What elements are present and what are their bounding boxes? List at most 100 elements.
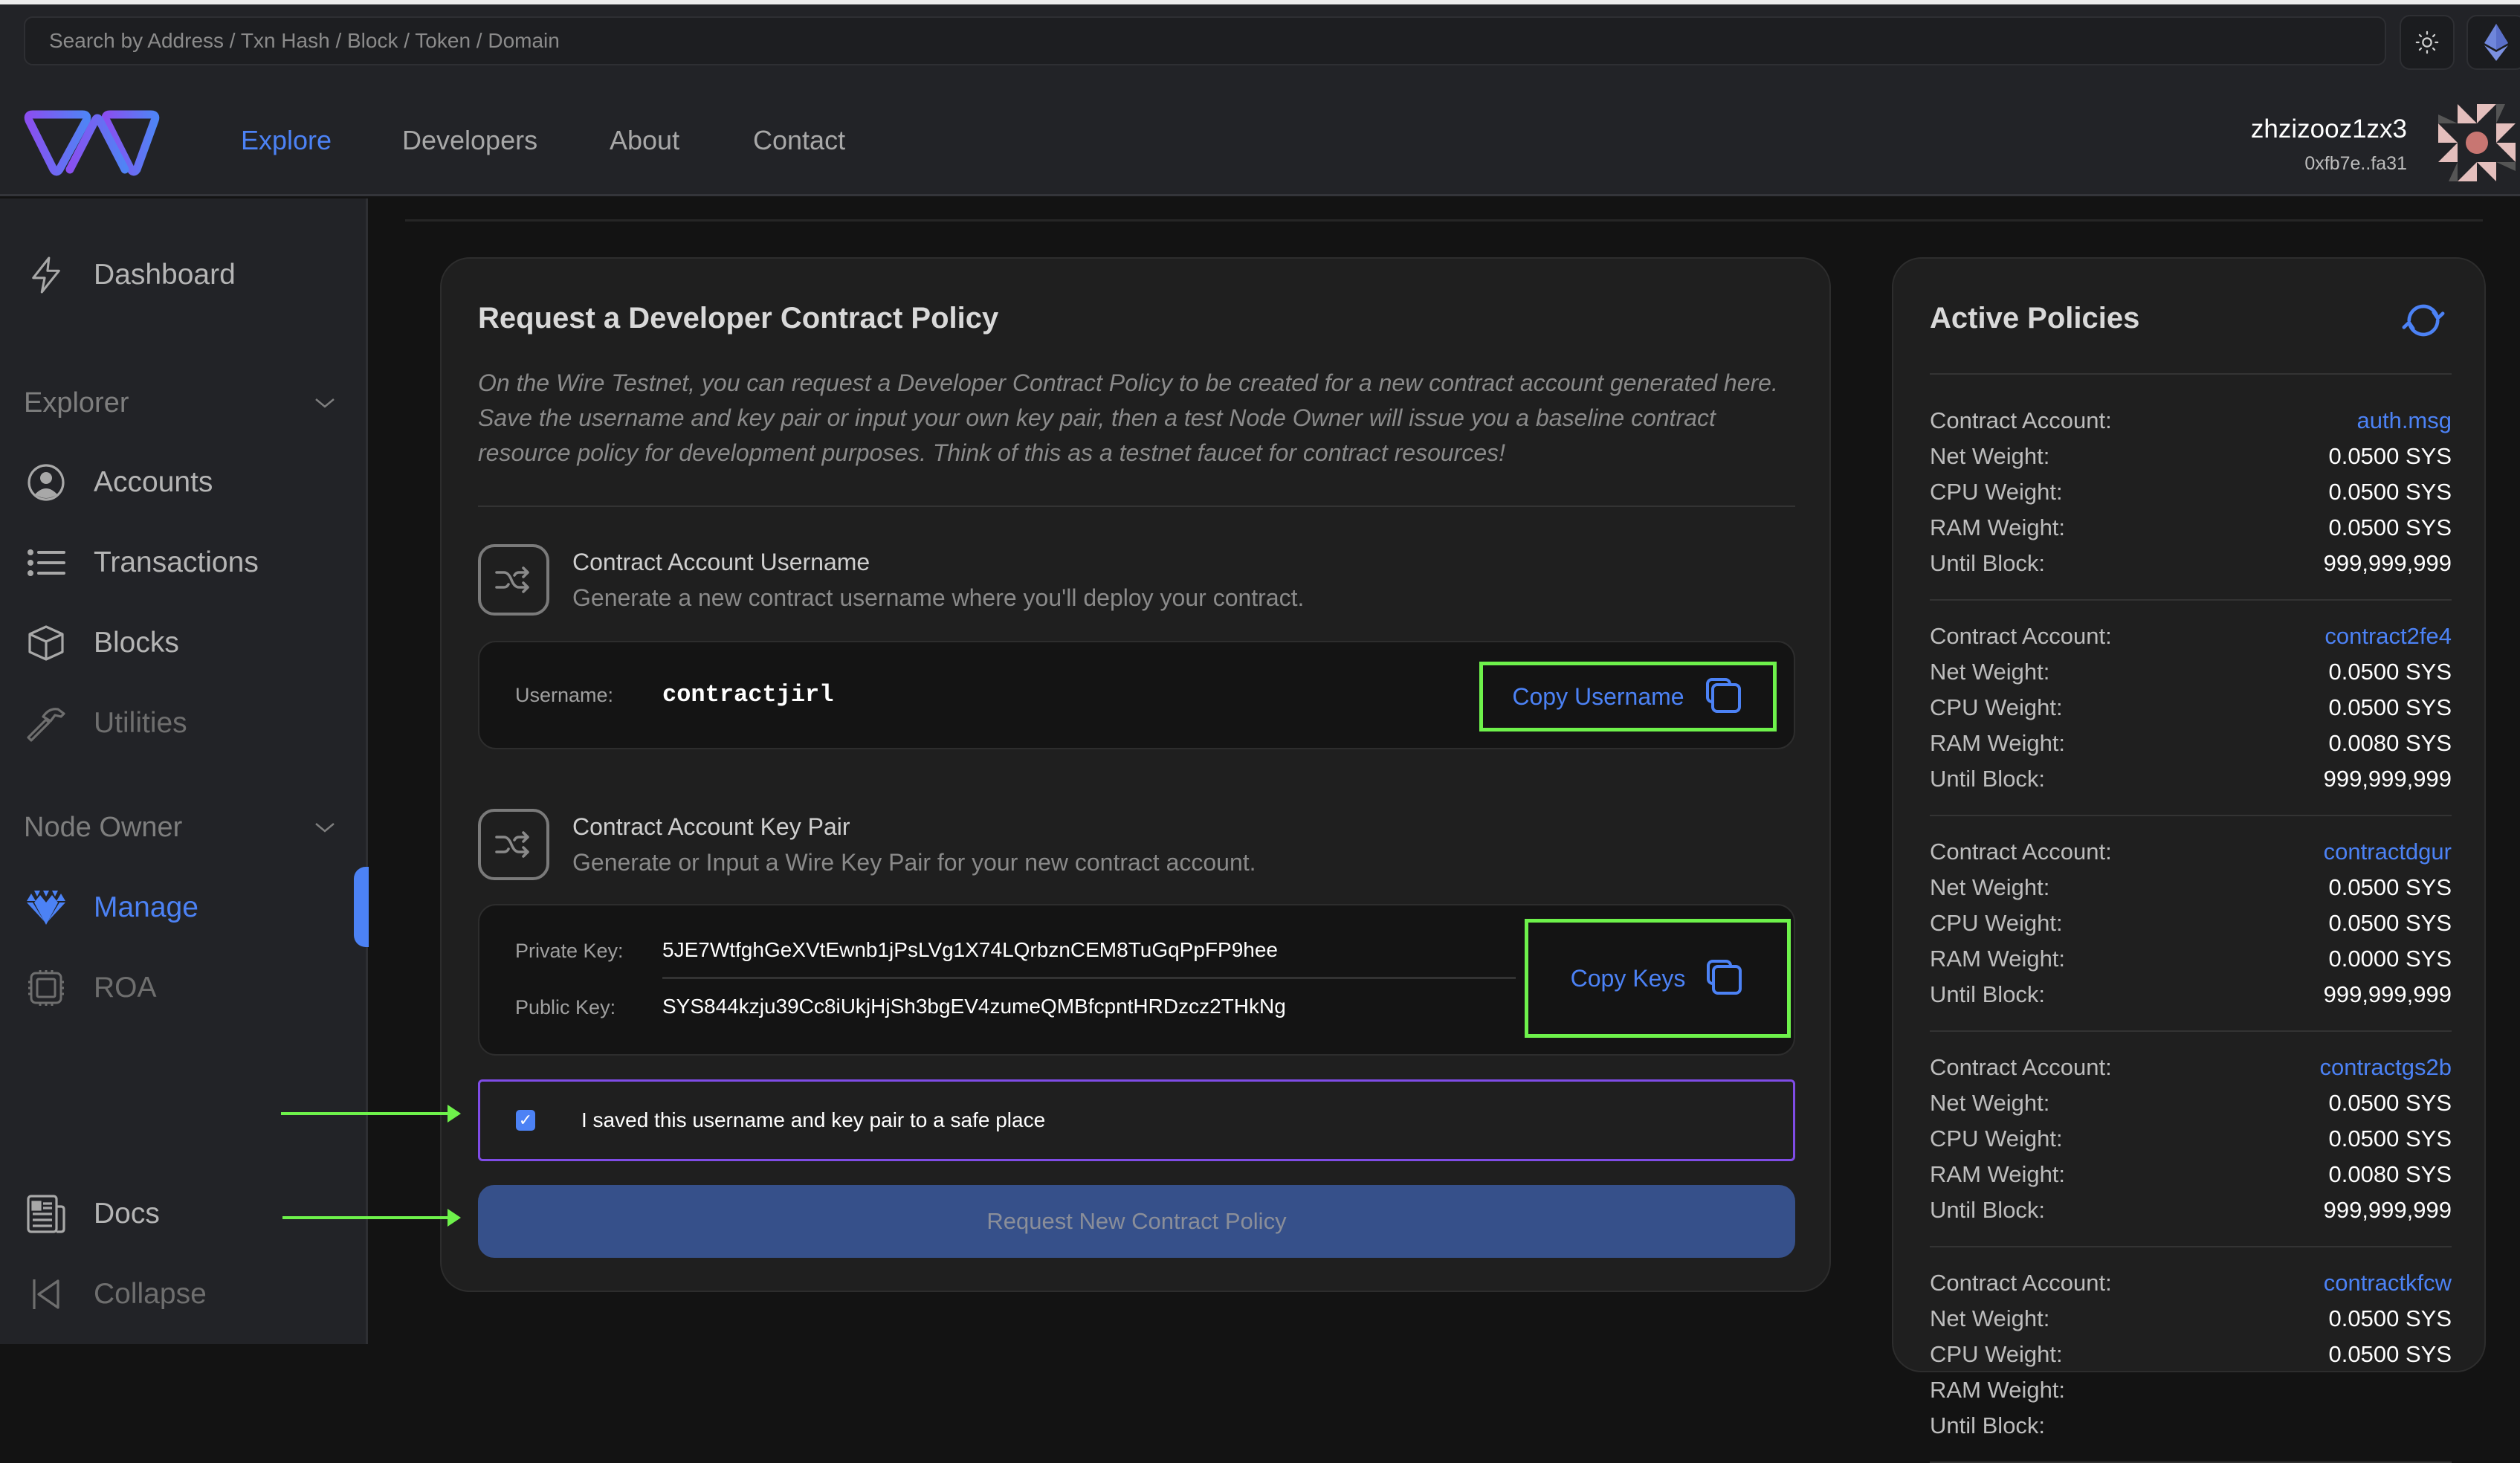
policy-label: Contract Account: — [1930, 1270, 2112, 1296]
policy-cpu-row: CPU Weight: 0.0500 SYS — [1930, 1121, 2452, 1157]
sidebar-item-accounts[interactable]: Accounts — [0, 453, 349, 512]
user-name[interactable]: zhzizooz1zx3 — [2251, 114, 2407, 144]
divider — [1930, 1030, 2452, 1032]
policy-account-link[interactable]: contractdgur — [2324, 839, 2452, 865]
newspaper-icon — [25, 1193, 67, 1235]
policy-account-link[interactable]: contractgs2b — [2320, 1054, 2452, 1081]
policy-label: Net Weight: — [1930, 1090, 2050, 1116]
sidebar-item-dashboard[interactable]: Dashboard — [0, 245, 349, 305]
policy-label: Until Block: — [1930, 1197, 2046, 1223]
policy-account-row: Contract Account: contractgs2b — [1930, 1050, 2452, 1085]
policy-label: RAM Weight: — [1930, 1161, 2066, 1187]
policy-entry: Contract Account: contract2fe4 Net Weight… — [1930, 619, 2452, 816]
copy-username-button[interactable]: Copy Username — [1479, 662, 1777, 732]
shuffle-icon — [495, 831, 529, 858]
policy-label: Contract Account: — [1930, 623, 2112, 649]
shuffle-icon — [495, 566, 529, 593]
copy-icon — [1707, 960, 1742, 995]
nav-explore[interactable]: Explore — [241, 125, 332, 156]
sidebar-item-label: ROA — [94, 972, 157, 1004]
username-section-description: Generate a new contract username where y… — [572, 584, 1305, 611]
request-new-contract-policy-button[interactable]: Request New Contract Policy — [478, 1185, 1795, 1258]
sidebar-item-docs[interactable]: Docs — [0, 1184, 349, 1244]
collapse-icon — [25, 1273, 67, 1315]
sidebar-item-label: Transactions — [94, 546, 259, 578]
policy-ram-value: 0.0080 SYS — [2328, 730, 2452, 756]
nav-contact[interactable]: Contact — [753, 125, 845, 156]
policy-account-link[interactable]: contract2fe4 — [2324, 623, 2452, 650]
keypair-field-box: Private Key: 5JE7WtfghGeXVtEwnb1jPsLVg1X… — [478, 904, 1795, 1056]
policy-net-row: Net Weight: 0.0500 SYS — [1930, 1085, 2452, 1121]
policy-until-row: Until Block: 999,999,999 — [1930, 977, 2452, 1013]
generate-username-button[interactable] — [478, 544, 549, 616]
policy-until-value: 999,999,999 — [2323, 550, 2452, 576]
policy-until-value: 999,999,999 — [2323, 766, 2452, 792]
keypair-section-description: Generate or Input a Wire Key Pair for yo… — [572, 849, 1256, 876]
nav-developers[interactable]: Developers — [402, 125, 537, 156]
public-key-value[interactable]: SYS844kzju39Cc8iUkjHjSh3bgEV4zumeQMBfcpn… — [662, 995, 1286, 1018]
chip-icon — [25, 967, 67, 1009]
policy-label: RAM Weight: — [1930, 946, 2066, 972]
sidebar-item-manage[interactable]: Manage — [0, 878, 349, 937]
copy-keys-button[interactable]: Copy Keys — [1525, 919, 1791, 1038]
diamond-icon — [25, 887, 67, 928]
generate-keypair-button[interactable] — [478, 809, 549, 880]
sidebar-item-label: Dashboard — [94, 259, 236, 291]
network-selector-button[interactable] — [2466, 15, 2520, 70]
username-label: Username: — [515, 684, 614, 706]
policy-net-value: 0.0500 SYS — [2328, 1305, 2452, 1331]
policy-account-link[interactable]: auth.msg — [2356, 407, 2452, 434]
divider — [1930, 1246, 2452, 1247]
policy-label: Net Weight: — [1930, 1305, 2050, 1331]
policy-label: CPU Weight: — [1930, 910, 2063, 936]
sidebar-item-collapse[interactable]: Collapse — [0, 1265, 349, 1324]
list-icon — [25, 542, 67, 584]
section-label: Node Owner — [24, 811, 183, 843]
sidebar-item-blocks[interactable]: Blocks — [0, 613, 349, 673]
username-value[interactable]: contractjirl — [662, 681, 833, 708]
sidebar-section-node-owner[interactable]: Node Owner — [24, 805, 336, 850]
search-field[interactable] — [24, 16, 2386, 65]
policy-until-value: 999,999,999 — [2323, 1197, 2452, 1223]
policy-ram-row: RAM Weight: 0.0500 SYS — [1930, 510, 2452, 546]
policy-account-link[interactable]: contractkfcw — [2324, 1270, 2452, 1296]
sidebar-item-roa[interactable]: ROA — [0, 958, 349, 1018]
policy-label: CPU Weight: — [1930, 1125, 2063, 1152]
policy-account-row: Contract Account: contractkfcw — [1930, 1265, 2452, 1301]
private-key-value[interactable]: 5JE7WtfghGeXVtEwnb1jPsLVg1X74LQrbznCEM8T… — [662, 938, 1278, 962]
sidebar-item-utilities[interactable]: Utilities — [0, 694, 349, 753]
lightning-icon — [25, 254, 67, 296]
policy-cpu-value: 0.0500 SYS — [2328, 1125, 2452, 1152]
nav-about[interactable]: About — [610, 125, 679, 156]
saved-confirmation-checkbox-row[interactable]: ✓ I saved this username and key pair to … — [478, 1079, 1795, 1161]
policy-ram-row: RAM Weight: 0.0080 SYS — [1930, 1157, 2452, 1192]
refresh-icon[interactable] — [2399, 296, 2448, 345]
wire-logo[interactable] — [22, 107, 160, 178]
card-intro: On the Wire Testnet, you can request a D… — [478, 369, 1778, 466]
section-label: Explorer — [24, 387, 129, 419]
policy-label: Until Block: — [1930, 981, 2046, 1007]
policy-net-value: 0.0500 SYS — [2328, 1090, 2452, 1116]
policy-net-value: 0.0500 SYS — [2328, 659, 2452, 685]
policy-label: Until Block: — [1930, 766, 2046, 792]
policy-cpu-value: 0.0500 SYS — [2328, 479, 2452, 505]
policy-label: RAM Weight: — [1930, 514, 2066, 540]
policy-label: Contract Account: — [1930, 1054, 2112, 1080]
theme-toggle-button[interactable] — [2400, 15, 2455, 70]
sidebar-item-transactions[interactable]: Transactions — [0, 533, 349, 592]
saved-confirmation-label: I saved this username and key pair to a … — [581, 1108, 1046, 1131]
divider — [478, 506, 1795, 507]
private-key-label: Private Key: — [515, 940, 624, 962]
policy-entry: Contract Account: contractkfcw Net Weight… — [1930, 1265, 2452, 1463]
avatar[interactable] — [2438, 104, 2516, 181]
policy-label: CPU Weight: — [1930, 479, 2063, 505]
card-title: Request a Developer Contract Policy — [478, 302, 999, 335]
search-input[interactable] — [49, 29, 2385, 53]
sun-icon — [2415, 30, 2439, 54]
saved-confirmation-checkbox[interactable]: ✓ — [516, 1110, 535, 1131]
policy-entry: Contract Account: contractgs2b Net Weight… — [1930, 1050, 2452, 1247]
policy-label: Until Block: — [1930, 550, 2046, 576]
key-divider — [662, 977, 1516, 979]
cube-icon — [25, 622, 67, 664]
sidebar-section-explorer[interactable]: Explorer — [24, 381, 336, 425]
